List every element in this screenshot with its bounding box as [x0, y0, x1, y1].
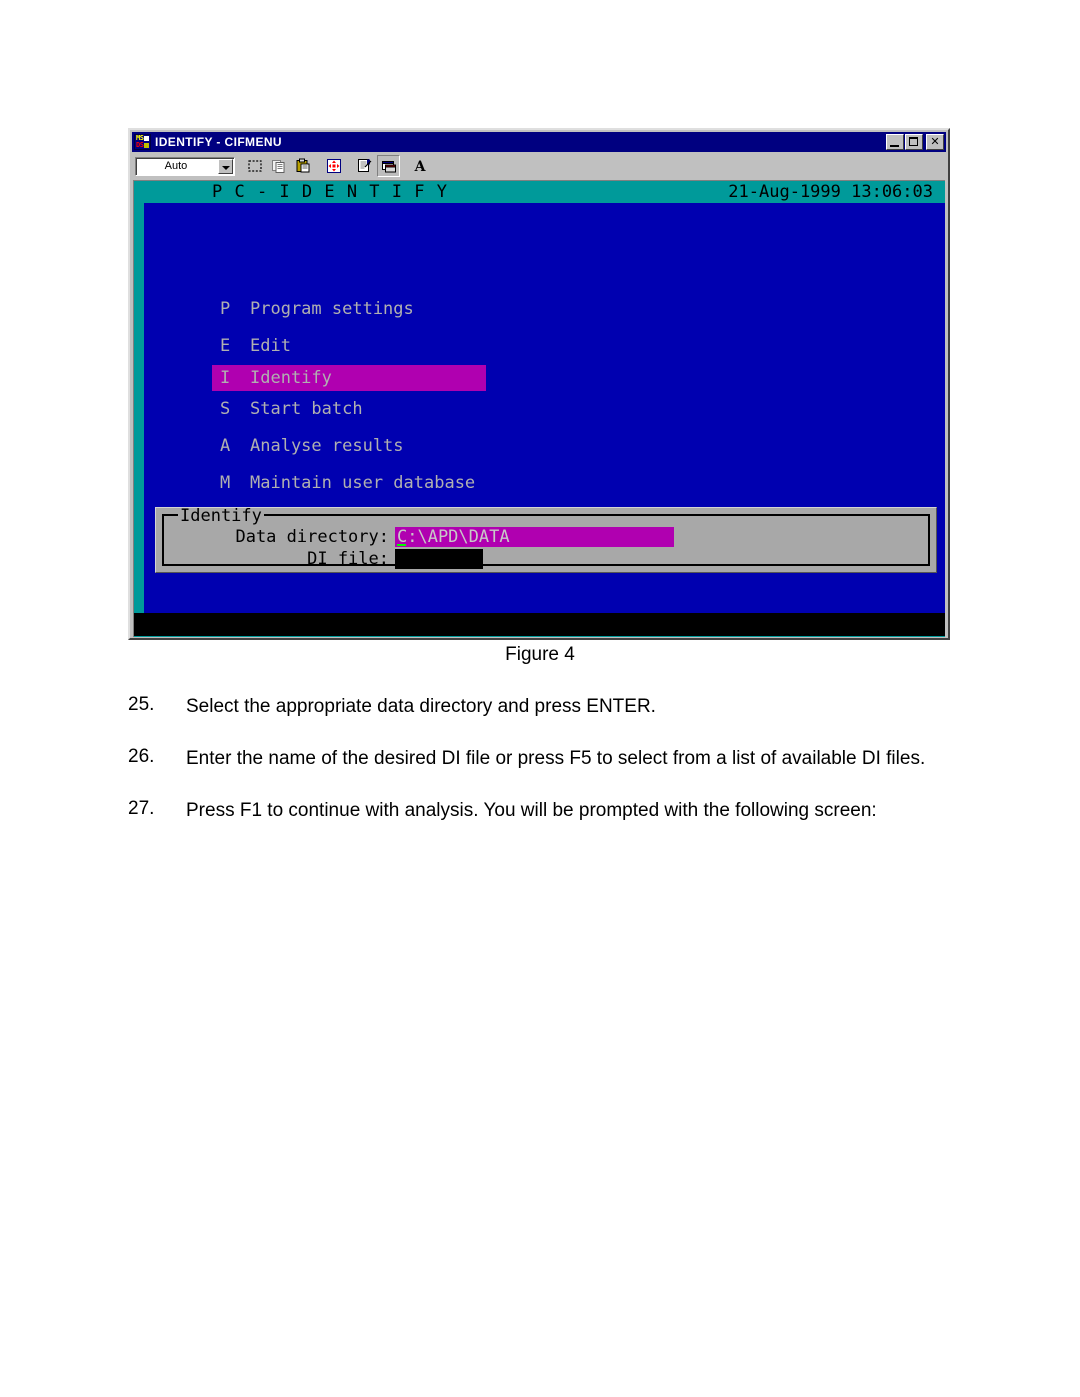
menu-label: Start batch [250, 399, 363, 419]
paste-icon [295, 158, 311, 174]
app-title: P C - I D E N T I F Y [212, 182, 448, 202]
menu-item-maintain-user-database[interactable]: M Maintain user database [220, 465, 920, 502]
menu-key: S [220, 399, 231, 419]
close-button[interactable]: ✕ [926, 134, 944, 150]
properties-icon [357, 158, 373, 174]
di-file-label: DI file: [307, 548, 389, 569]
figure-caption: Figure 4 [505, 644, 575, 665]
datetime-display: 21-Aug-1999 13:06:03 [728, 182, 933, 202]
step-text: Select the appropriate data directory an… [186, 696, 656, 717]
data-directory-value: C:\APD\DATA [397, 526, 510, 547]
background-window-icon [381, 158, 397, 174]
dos-screen: P C - I D E N T I F Y 21-Aug-1999 13:06:… [133, 180, 945, 637]
font-size-dropdown[interactable]: Auto [135, 156, 235, 176]
menu-item-program-settings[interactable]: P Program settings [220, 291, 920, 328]
menu-label: Analyse results [250, 436, 404, 456]
di-file-input[interactable] [395, 549, 483, 569]
font-button[interactable]: A [408, 155, 431, 177]
text-cursor [397, 544, 406, 546]
step-text: Enter the name of the desired DI file or… [186, 748, 926, 769]
ms-dos-console-window: MS DS IDENTIFY - CIFMENU ✕ Auto A P C - … [128, 128, 950, 640]
properties-button[interactable] [353, 155, 376, 177]
step-25: 25. Select the appropriate data director… [128, 694, 952, 720]
dos-left-margin [134, 203, 144, 613]
data-directory-label: Data directory: [235, 526, 389, 547]
menu-label: Edit [250, 336, 291, 356]
menu-item-analyse-results[interactable]: A Analyse results [220, 428, 920, 465]
paste-button[interactable] [291, 155, 314, 177]
data-directory-input[interactable]: C:\APD\DATA [395, 527, 674, 547]
menu-key: M [220, 473, 231, 493]
ms-dos-icon: MS DS [134, 134, 151, 150]
mark-selection-icon [247, 158, 263, 174]
menu-key: P [220, 299, 231, 319]
main-menu: P Program settings E Edit I Identify S S… [212, 291, 920, 539]
background-button[interactable] [377, 155, 400, 177]
console-toolbar: Auto A [132, 153, 946, 179]
step-number: 27. [128, 798, 155, 819]
menu-item-start-batch[interactable]: S Start batch [220, 391, 920, 428]
step-number: 26. [128, 746, 155, 767]
dialog-title: Identify [178, 506, 264, 526]
identify-dialog: Identify Data directory: C:\APD\DATA DI … [155, 507, 937, 573]
menu-key: A [220, 436, 231, 456]
step-number: 25. [128, 694, 155, 715]
dos-status-bar: Esc=Quit F1=Continue F5=Show names [134, 636, 945, 637]
menu-item-identify[interactable]: I Identify [212, 365, 486, 391]
fullscreen-icon [326, 158, 342, 174]
copy-button[interactable] [267, 155, 290, 177]
menu-item-edit[interactable]: E Edit [220, 328, 920, 365]
menu-label: Program settings [250, 299, 414, 319]
di-file-row: DI file: [204, 549, 483, 569]
maximize-button[interactable] [905, 134, 923, 150]
window-controls: ✕ [885, 134, 944, 150]
menu-label: Maintain user database [250, 473, 476, 493]
window-title: IDENTIFY - CIFMENU [155, 135, 282, 149]
minimize-button[interactable] [886, 134, 904, 150]
step-27: 27. Press F1 to continue with analysis. … [128, 798, 952, 824]
svg-text:A: A [413, 159, 426, 174]
copy-icon [271, 158, 287, 174]
font-a-icon: A [412, 158, 428, 174]
chevron-down-icon[interactable] [218, 158, 233, 174]
step-26: 26. Enter the name of the desired DI fil… [128, 746, 952, 772]
window-titlebar[interactable]: MS DS IDENTIFY - CIFMENU ✕ [132, 132, 946, 152]
menu-label: Identify [250, 367, 332, 388]
font-size-value: Auto [164, 160, 188, 172]
menu-key: E [220, 336, 231, 356]
fullscreen-button[interactable] [322, 155, 345, 177]
instruction-steps: 25. Select the appropriate data director… [128, 694, 952, 850]
step-text: Press F1 to continue with analysis. You … [186, 800, 877, 821]
menu-key: I [220, 367, 231, 388]
mark-button[interactable] [243, 155, 266, 177]
data-directory-row: Data directory: C:\APD\DATA [204, 527, 674, 547]
